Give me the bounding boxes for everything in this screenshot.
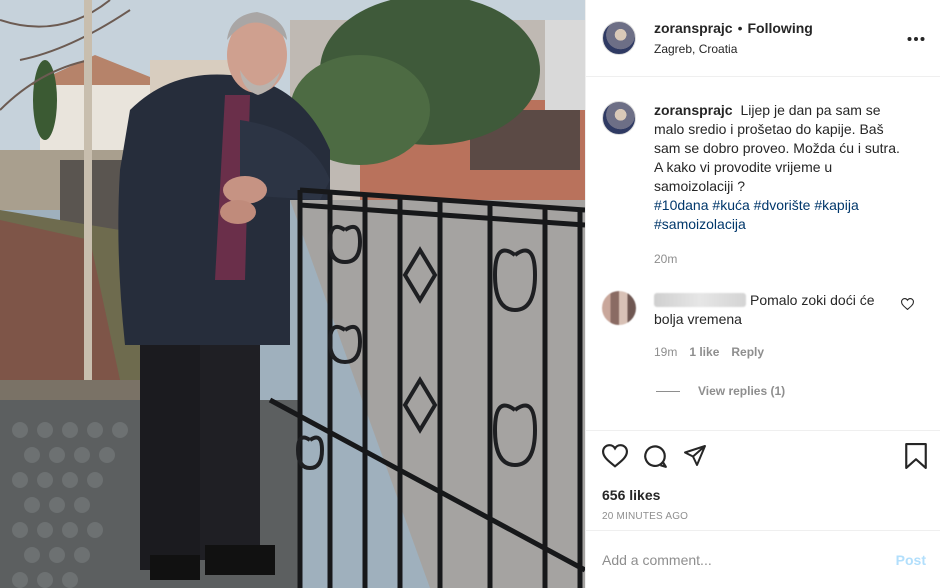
photo-illustration (0, 0, 585, 588)
caption-line-1: zoranspraјc Lijep je dan pa sam se malo … (654, 101, 904, 158)
view-replies-button[interactable]: View replies (1) (656, 384, 924, 398)
comment-time[interactable]: 19m (654, 343, 677, 362)
post-timestamp[interactable]: 20 MINUTES AGO (602, 511, 924, 522)
instagram-post: zoranspraјc • Following Zagreb, Croatia … (0, 0, 940, 588)
avatar[interactable] (602, 21, 636, 55)
view-replies-label: View replies (1) (698, 384, 786, 398)
hashtag-link[interactable]: #kapija (814, 197, 858, 213)
separator-dot: • (737, 20, 743, 36)
commenter-username-blurred[interactable] (654, 293, 746, 307)
caption: zoranspraјc Lijep je dan pa sam se malo … (602, 101, 924, 269)
hashtag-link[interactable]: #10dana (654, 197, 709, 213)
comment-item: Pomalo zoki doći će bolja vremena 19m 1 … (602, 291, 924, 362)
caption-username[interactable]: zoranspraјc (654, 102, 733, 118)
comment-body: Pomalo zoki doći će bolja vremena 19m 1 … (654, 291, 899, 362)
reply-button[interactable]: Reply (731, 343, 764, 362)
caption-time[interactable]: 20m (654, 250, 904, 269)
post-side-panel: zoranspraјc • Following Zagreb, Croatia … (585, 0, 940, 588)
post-actions: 656 likes 20 MINUTES AGO (586, 430, 940, 530)
action-icons (602, 441, 924, 471)
comment-heart-icon[interactable] (900, 297, 915, 313)
caption-body: zoranspraјc Lijep je dan pa sam se malo … (654, 101, 904, 269)
heart-icon[interactable] (602, 444, 628, 468)
bookmark-icon[interactable] (904, 443, 928, 472)
follow-status-button[interactable]: Following (748, 20, 813, 36)
hashtag-link[interactable]: #dvorište (754, 197, 811, 213)
comment-actions: 19m 1 like Reply (654, 343, 899, 362)
hashtag-link[interactable]: #kuća (712, 197, 749, 213)
share-icon[interactable] (682, 444, 708, 468)
location-link[interactable]: Zagreb, Croatia (654, 42, 813, 56)
caption-avatar[interactable] (602, 101, 636, 135)
header-line: zoranspraјc • Following (654, 20, 813, 36)
comment-text-line: Pomalo zoki doći će bolja vremena (654, 291, 899, 329)
comment-icon[interactable] (642, 443, 668, 469)
post-header: zoranspraјc • Following Zagreb, Croatia (586, 0, 940, 77)
hashtag-list: #10dana #kuća #dvorište #kapija #samoizo… (654, 196, 904, 234)
caption-line-2: A kako vi provodite vrijeme u samoizolac… (654, 159, 833, 194)
comments-section: zoranspraјc Lijep je dan pa sam se malo … (586, 77, 940, 430)
replies-divider (656, 390, 680, 392)
header-username[interactable]: zoranspraјc (654, 20, 733, 36)
header-meta: zoranspraјc • Following Zagreb, Croatia (654, 20, 813, 56)
comment-input[interactable] (602, 551, 872, 568)
post-photo[interactable] (0, 0, 585, 588)
comment-likes[interactable]: 1 like (689, 343, 719, 362)
more-horizontal-icon[interactable] (907, 30, 925, 42)
post-comment-button[interactable]: Post (896, 552, 926, 568)
likes-count[interactable]: 656 likes (602, 487, 924, 503)
commenter-avatar[interactable] (602, 291, 636, 325)
comment-composer: Post (586, 530, 940, 588)
hashtag-link[interactable]: #samoizolacija (654, 216, 746, 232)
